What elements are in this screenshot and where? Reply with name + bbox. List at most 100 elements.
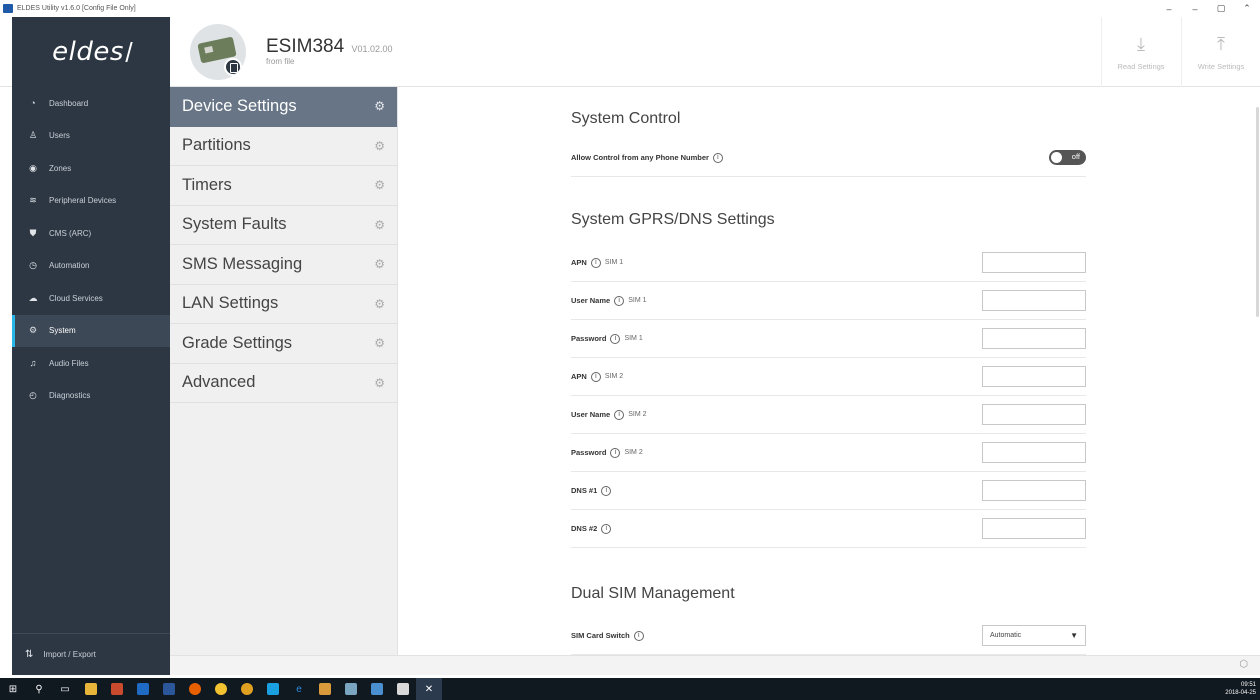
import-export-button[interactable]: ⇅ Import / Export (12, 633, 170, 675)
select-value: Automatic (990, 632, 1022, 639)
user-icon: ♙ (28, 130, 38, 141)
sidebar-item-diagnostics[interactable]: ◴ Diagnostics (12, 380, 170, 413)
file-icon (224, 58, 242, 76)
firefox-icon[interactable] (182, 678, 208, 700)
logo: eldes (12, 17, 170, 87)
submenu-grade-settings[interactable]: Grade Settings ⚙ (170, 324, 397, 364)
apn-sim1-input[interactable] (982, 252, 1086, 273)
dns1-input[interactable] (982, 480, 1086, 501)
gear-icon: ⚙ (374, 257, 385, 272)
sidebar-item-peripheral-devices[interactable]: ≋ Peripheral Devices (12, 185, 170, 218)
cloud-icon: ☁ (28, 292, 38, 303)
read-settings-button[interactable]: ⤓ Read Settings (1101, 17, 1180, 87)
submenu-partitions[interactable]: Partitions ⚙ (170, 127, 397, 166)
username-sim2-row: User Name i SIM 2 (571, 396, 1086, 434)
info-icon[interactable]: i (590, 371, 601, 382)
file-explorer-icon[interactable] (78, 678, 104, 700)
submenu-label: Timers (182, 175, 232, 194)
device-source: from file (266, 57, 295, 66)
logo-text: eldes (52, 37, 124, 67)
submenu-label: Grade Settings (182, 333, 293, 352)
minimize-button[interactable]: – (1156, 0, 1182, 17)
sidebar-item-cloud-services[interactable]: ☁ Cloud Services (12, 282, 170, 315)
device-version: V01.02.00 (351, 44, 393, 54)
submenu-timers[interactable]: Timers ⚙ (170, 166, 397, 206)
info-icon[interactable]: i (614, 295, 625, 306)
collapse-button[interactable]: ⌃ (1234, 0, 1260, 17)
tool-icon[interactable] (338, 678, 364, 700)
apn-sim2-input[interactable] (982, 366, 1086, 387)
word-icon[interactable] (156, 678, 182, 700)
info-icon[interactable]: i (610, 447, 621, 458)
device-name: ESIM384 V01.02.00 (266, 36, 392, 58)
info-icon[interactable]: i (712, 152, 723, 163)
field-label: APN (571, 372, 587, 381)
powerpoint-icon[interactable] (104, 678, 130, 700)
import-export-label: Import / Export (43, 650, 96, 659)
music-note-icon: ♫ (29, 358, 37, 369)
info-icon[interactable]: i (610, 333, 621, 344)
field-label: User Name (571, 296, 611, 305)
username-sim2-input[interactable] (982, 404, 1086, 425)
section-title-system-control: System Control (571, 110, 681, 127)
sidebar-item-dashboard[interactable]: ◔ Dashboard (12, 87, 170, 120)
scrollbar[interactable] (1256, 107, 1259, 317)
gear-icon: ⚙ (28, 325, 38, 336)
sidebar-item-zones[interactable]: ◉ Zones (12, 152, 170, 185)
import-export-icon: ⇅ (25, 649, 34, 660)
submenu-lan-settings[interactable]: LAN Settings ⚙ (170, 285, 397, 324)
settings-icon[interactable] (208, 678, 234, 700)
username-sim1-input[interactable] (982, 290, 1086, 311)
skype-icon[interactable] (260, 678, 286, 700)
info-icon[interactable]: i (601, 523, 612, 534)
write-settings-button[interactable]: ⤒ Write Settings (1181, 17, 1260, 87)
edge-icon[interactable]: e (286, 678, 312, 700)
read-settings-label: Read Settings (1117, 61, 1165, 71)
sim-card-switch-select[interactable]: Automatic ▼ (982, 625, 1086, 646)
sidebar-item-users[interactable]: ♙ Users (12, 120, 170, 153)
apn-sim2-row: APN i SIM 2 (571, 358, 1086, 396)
paint-icon[interactable] (312, 678, 338, 700)
info-icon[interactable]: i (614, 409, 625, 420)
sidebar-item-cms[interactable]: ⛊ CMS (ARC) (12, 217, 170, 250)
device-image (190, 24, 246, 80)
sidebar-item-system[interactable]: ⚙ System (12, 314, 170, 347)
toggle-knob (1051, 152, 1062, 163)
app-icon[interactable] (364, 678, 390, 700)
password-sim1-input[interactable] (982, 328, 1086, 349)
field-sim: SIM 1 (628, 297, 647, 304)
search-icon[interactable]: ⚲ (26, 678, 52, 700)
field-sim: SIM 2 (624, 449, 643, 456)
password-sim2-input[interactable] (982, 442, 1086, 463)
chrome-icon[interactable] (234, 678, 260, 700)
info-icon[interactable]: i (633, 630, 644, 641)
eldes-utility-icon[interactable]: ✕ (416, 678, 442, 700)
apn-sim1-row: APN i SIM 1 (571, 244, 1086, 282)
info-icon[interactable]: i (601, 485, 612, 496)
dns2-row: DNS #2 i (571, 510, 1086, 548)
sidebar-item-audio-files[interactable]: ♫ Audio Files (12, 347, 170, 380)
maximize-button[interactable]: ▢ (1208, 0, 1234, 17)
sidebar-item-automation[interactable]: ◷ Automation (12, 250, 170, 283)
outlook-icon[interactable] (130, 678, 156, 700)
info-icon[interactable]: i (590, 257, 601, 268)
minimize-button-2[interactable]: – (1182, 0, 1208, 17)
sidebar-item-label: System (49, 326, 76, 336)
windows-start-icon[interactable]: ⊞ (0, 678, 26, 700)
field-label: User Name (571, 410, 611, 419)
submenu-system-faults[interactable]: System Faults ⚙ (170, 206, 397, 245)
task-view-icon[interactable]: ▭ (52, 678, 78, 700)
submenu-device-settings[interactable]: Device Settings ⚙ (170, 87, 397, 127)
gear-icon: ⚙ (374, 138, 385, 153)
window-titlebar: ELDES Utility v1.6.0 [Config File Only] … (0, 0, 1260, 17)
sidebar: ◔ Dashboard ♙ Users ◉ Zones ≋ Peripheral… (12, 87, 170, 675)
allow-control-toggle[interactable]: off (1049, 150, 1086, 165)
section-title-dual-sim: Dual SIM Management (571, 585, 735, 602)
submenu-sms-messaging[interactable]: SMS Messaging ⚙ (170, 245, 397, 285)
calculator-icon[interactable] (390, 678, 416, 700)
submenu-advanced[interactable]: Advanced ⚙ (170, 364, 397, 403)
app-icon (3, 4, 13, 13)
field-label: Password (571, 334, 607, 343)
system-clock[interactable]: 09:51 2018-04-25 (1225, 681, 1256, 697)
dns2-input[interactable] (982, 518, 1086, 539)
